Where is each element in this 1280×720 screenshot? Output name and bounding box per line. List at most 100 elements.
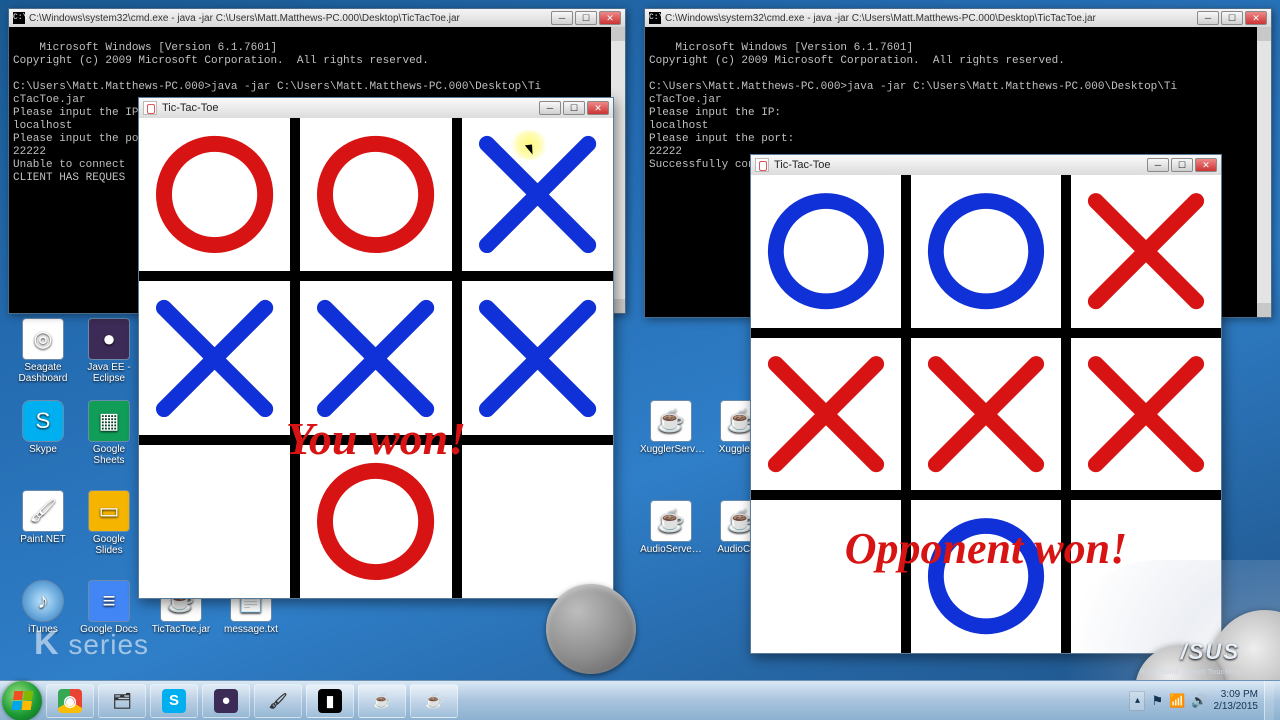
cmd-titlebar[interactable]: C:\ C:\Windows\system32\cmd.exe - java -…	[645, 9, 1271, 27]
game-cell[interactable]	[300, 118, 451, 271]
taskbar: ◉ 🗂 S ● 🖌 ▮ ☕ ☕ ▴ ⚑ 📶 🔊 3:09 PM 2/13/2015	[0, 680, 1280, 720]
cmd-title: C:\Windows\system32\cmd.exe - java -jar …	[665, 13, 1191, 24]
game-cell[interactable]	[751, 338, 901, 491]
maximize-button[interactable]: ☐	[1221, 11, 1243, 25]
cmd-titlebar[interactable]: C:\ C:\Windows\system32\cmd.exe - java -…	[9, 9, 625, 27]
close-button[interactable]: ✕	[1195, 158, 1217, 172]
paint-icon: 🖌	[22, 490, 64, 532]
taskbar-java2-button[interactable]: ☕	[410, 684, 458, 718]
explorer-icon: 🗂	[110, 689, 134, 713]
game-cell[interactable]	[139, 445, 290, 598]
k-series-watermark: K series	[34, 626, 149, 660]
taskbar-explorer-button[interactable]: 🗂	[98, 684, 146, 718]
java1-icon: ☕	[370, 689, 394, 713]
icon-label: Paint.NET	[12, 534, 74, 545]
seagate-icon: ◎	[22, 318, 64, 360]
start-button[interactable]	[2, 681, 42, 720]
close-button[interactable]: ✕	[599, 11, 621, 25]
icon-label: Google Slides	[78, 534, 140, 556]
close-button[interactable]: ✕	[587, 101, 609, 115]
dial-widget[interactable]	[546, 584, 636, 674]
taskbar-eclipse-button[interactable]: ●	[202, 684, 250, 718]
maximize-button[interactable]: ☐	[575, 11, 597, 25]
minimize-button[interactable]: ─	[551, 11, 573, 25]
game-cell[interactable]	[911, 500, 1061, 653]
game-cell[interactable]	[139, 281, 290, 434]
slides-icon: ▭	[88, 490, 130, 532]
eclipse-icon: ●	[88, 318, 130, 360]
desktop-icon-xserv[interactable]: ☕XugglerServ…	[640, 400, 702, 455]
taskbar-cmd-button[interactable]: ▮	[306, 684, 354, 718]
icon-label: message.txt	[220, 624, 282, 635]
asus-tagline: Rock Solid · Heart Touching	[1140, 669, 1240, 676]
java-icon	[143, 101, 157, 115]
taskbar-paintnet-button[interactable]: 🖌	[254, 684, 302, 718]
icon-label: Java EE - Eclipse	[78, 362, 140, 384]
icon-label: Google Sheets	[78, 444, 140, 466]
tray-volume-icon[interactable]: 🔊	[1191, 693, 1207, 709]
tray-overflow-button[interactable]: ▴	[1129, 691, 1145, 711]
tray-flag-icon[interactable]: ⚑	[1151, 693, 1163, 709]
java2-icon: ☕	[422, 689, 446, 713]
itunes-icon: ♪	[22, 580, 64, 622]
icon-label: Seagate Dashboard	[12, 362, 74, 384]
paintnet-icon: 🖌	[266, 689, 290, 713]
game-titlebar[interactable]: Tic-Tac-Toe ─ ☐ ✕	[139, 98, 613, 118]
desktop-icon-slides[interactable]: ▭Google Slides	[78, 490, 140, 556]
desktop-icon-skype[interactable]: S Skype	[12, 400, 74, 455]
taskbar-clock[interactable]: 3:09 PM 2/13/2015	[1214, 689, 1259, 713]
game-cell[interactable]	[462, 445, 613, 598]
taskbar-skype-button[interactable]: S	[150, 684, 198, 718]
sheets-icon: ▦	[88, 400, 130, 442]
game-title: Tic-Tac-Toe	[774, 159, 1140, 171]
desktop-icon-eclipse[interactable]: ●Java EE - Eclipse	[78, 318, 140, 384]
game-cell[interactable]	[462, 118, 613, 271]
icon-label: XugglerServ…	[640, 444, 702, 455]
game-cell[interactable]	[751, 175, 901, 328]
desktop-icon-sheets[interactable]: ▦Google Sheets	[78, 400, 140, 466]
icon-label: AudioServe…	[640, 544, 702, 555]
game-cell[interactable]	[751, 500, 901, 653]
skype-icon: S	[22, 400, 64, 442]
game-cell[interactable]	[911, 338, 1061, 491]
game-window-left[interactable]: Tic-Tac-Toe ─ ☐ ✕ You won!	[138, 97, 614, 599]
icon-label: Skype	[12, 444, 74, 455]
clock-date: 2/13/2015	[1214, 701, 1259, 713]
taskbar-java1-button[interactable]: ☕	[358, 684, 406, 718]
desktop-icon-seagate[interactable]: ◎Seagate Dashboard	[12, 318, 74, 384]
game-cell[interactable]	[300, 281, 451, 434]
chrome-icon: ◉	[58, 689, 82, 713]
icon-label: TicTacToe.jar	[150, 624, 212, 635]
minimize-button[interactable]: ─	[1197, 11, 1219, 25]
desktop-icon-paint[interactable]: 🖌 Paint.NET	[12, 490, 74, 545]
game-titlebar[interactable]: Tic-Tac-Toe ─ ☐ ✕	[751, 155, 1221, 175]
cmd-title: C:\Windows\system32\cmd.exe - java -jar …	[29, 13, 545, 24]
taskbar-chrome-button[interactable]: ◉	[46, 684, 94, 718]
windows-icon	[11, 691, 33, 710]
docs-icon: ≡	[88, 580, 130, 622]
clock-time: 3:09 PM	[1214, 689, 1259, 701]
game-cell[interactable]	[1071, 175, 1221, 328]
game-title: Tic-Tac-Toe	[162, 102, 532, 114]
tray-network-icon[interactable]: 📶	[1169, 693, 1185, 709]
cmd-icon: C:\	[649, 12, 661, 24]
desktop-icon-aserv[interactable]: ☕ AudioServe…	[640, 500, 702, 555]
game-cell[interactable]	[1071, 338, 1221, 491]
minimize-button[interactable]: ─	[539, 101, 561, 115]
game-cell[interactable]	[911, 175, 1061, 328]
system-tray: ▴ ⚑ 📶 🔊 3:09 PM 2/13/2015	[1129, 681, 1280, 720]
scrollbar[interactable]	[1257, 27, 1271, 317]
maximize-button[interactable]: ☐	[1171, 158, 1193, 172]
game-cell[interactable]	[139, 118, 290, 271]
aserv-icon: ☕	[650, 500, 692, 542]
skype-icon: S	[162, 689, 186, 713]
maximize-button[interactable]: ☐	[563, 101, 585, 115]
close-button[interactable]: ✕	[1245, 11, 1267, 25]
minimize-button[interactable]: ─	[1147, 158, 1169, 172]
eclipse-icon: ●	[214, 689, 238, 713]
cmd-icon: C:\	[13, 12, 25, 24]
game-cell[interactable]	[300, 445, 451, 598]
game-cell[interactable]	[462, 281, 613, 434]
game-grid	[139, 118, 613, 598]
show-desktop-button[interactable]	[1264, 681, 1274, 720]
